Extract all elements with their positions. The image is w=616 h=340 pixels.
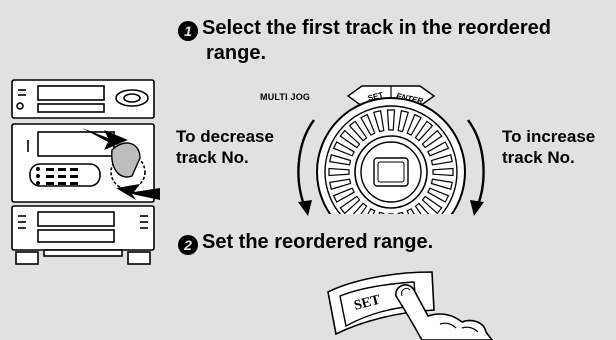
increase-line-1: To increase [502, 127, 596, 146]
step-1-instruction: 1 Select the first track in the reordered… [178, 16, 608, 65]
step-2-instruction: 2 Set the reordered range. [178, 230, 433, 255]
increase-label: To increase track No. [502, 126, 595, 168]
jog-ridge [328, 167, 350, 177]
step-2-number: 2 [178, 235, 198, 255]
decrease-line-1: To decrease [176, 127, 274, 146]
increase-line-2: track No. [502, 148, 575, 167]
decrease-arrow [297, 119, 315, 211]
multi-jog-dial[interactable]: SET ENTER [270, 80, 510, 220]
set-button-illustration[interactable]: SET [322, 266, 502, 340]
decrease-line-2: track No. [176, 148, 249, 167]
step-2-text: Set the reordered range. [202, 231, 434, 253]
step-1-line-1: Select the first track in the reordered [202, 17, 552, 39]
step-1-line-2: range. [206, 42, 267, 64]
stereo-system-illustration [11, 79, 160, 265]
step-1-number: 1 [178, 21, 198, 41]
jog-ridge [432, 167, 454, 177]
increase-arrow [467, 119, 485, 211]
jog-ridge [386, 109, 396, 131]
decrease-label: To decrease track No. [176, 126, 274, 168]
